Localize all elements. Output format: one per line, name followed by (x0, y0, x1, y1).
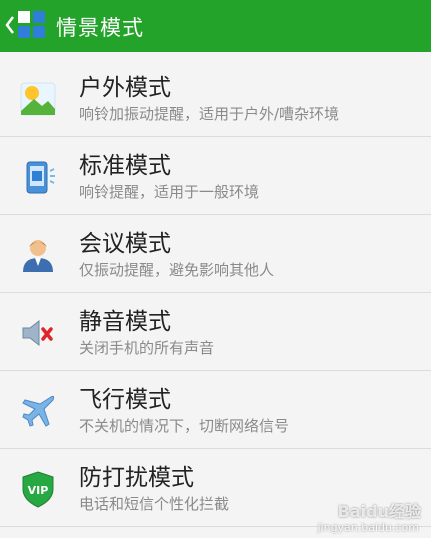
item-title: 会议模式 (79, 231, 171, 257)
app-header: 情景模式 (0, 0, 431, 52)
airplane-icon (22, 395, 55, 427)
list-item-airplane[interactable]: 飞行模式 不关机的情况下，切断网络信号 (0, 371, 431, 449)
vip-shield-icon: VIP (22, 471, 54, 508)
speaker-mute-icon (22, 319, 53, 347)
item-description: 响铃提醒，适用于一般环境 (79, 183, 260, 201)
watermark-url: jingyan.baidu.com (317, 521, 419, 534)
item-description: 仅振动提醒，避免影响其他人 (79, 261, 275, 279)
item-title: 户外模式 (79, 75, 171, 101)
app-logo-icon (18, 11, 45, 38)
item-description: 响铃加振动提醒，适用于户外/嘈杂环境 (79, 105, 340, 123)
item-title: 飞行模式 (79, 387, 171, 413)
mode-list: 户外模式 响铃加振动提醒，适用于户外/嘈杂环境 标准模式 响铃提醒，适用于一般环… (0, 59, 431, 527)
list-item-silent[interactable]: 静音模式 关闭手机的所有声音 (0, 293, 431, 371)
watermark-logo: Baidu经验 (337, 502, 421, 521)
back-icon[interactable] (4, 14, 16, 36)
item-description: 不关机的情况下，切断网络信号 (79, 417, 290, 435)
meeting-person-icon (23, 240, 53, 272)
item-title: 静音模式 (79, 309, 171, 335)
page-title: 情景模式 (56, 16, 144, 40)
svg-text:VIP: VIP (28, 484, 49, 497)
item-description: 电话和短信个性化拦截 (79, 495, 230, 513)
list-item-meeting[interactable]: 会议模式 仅振动提醒，避免影响其他人 (0, 215, 431, 293)
phone-ring-icon (26, 161, 55, 194)
item-title: 标准模式 (79, 153, 171, 179)
sun-landscape-icon (20, 82, 56, 116)
item-description: 关闭手机的所有声音 (79, 339, 215, 357)
list-item-outdoor[interactable]: 户外模式 响铃加振动提醒，适用于户外/嘈杂环境 (0, 59, 431, 137)
item-title: 防打扰模式 (79, 465, 194, 491)
list-item-standard[interactable]: 标准模式 响铃提醒，适用于一般环境 (0, 137, 431, 215)
